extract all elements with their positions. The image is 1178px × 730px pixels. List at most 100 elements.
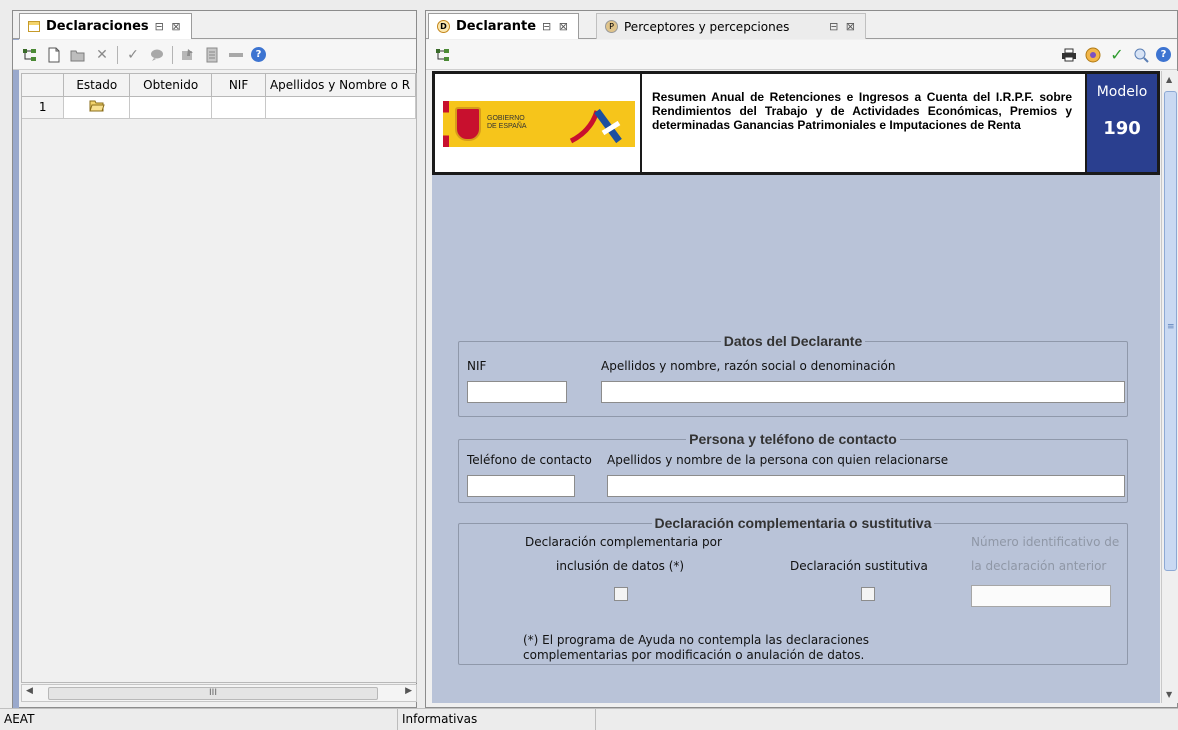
column-header-estado[interactable]: Estado [63,74,131,97]
agencia-tributaria-logo [563,101,635,147]
persona-contacto-input[interactable] [607,475,1125,497]
apellidos-cell[interactable] [265,96,416,119]
logo-cell: GOBIERNO DE ESPAÑA [435,74,642,172]
pane-edge-bar [13,11,19,709]
row-number: 1 [22,96,65,119]
left-toolbar: ✕ ✓ ? [13,40,416,70]
numero-anterior-label-line1: Número identificativo de [971,535,1120,549]
horizontal-scrollbar[interactable]: ◀ III ▶ [21,684,417,702]
form-icon: D [437,20,450,33]
app-window: Declaraciones ⊟ ⊠ ✕ ✓ ? Estado Obtenido … [12,10,1178,709]
datos-declarante-group: Datos del Declarante NIF Apellidos y nom… [458,333,1128,417]
nombre-declarante-label: Apellidos y nombre, razón social o denom… [601,359,896,373]
nif-input[interactable] [467,381,567,403]
right-toolbar: ✓ ? [426,40,1177,70]
toolbar-separator [172,45,173,64]
numero-anterior-label-line2: la declaración anterior [971,559,1107,573]
folder-open-icon [89,100,105,112]
declaraciones-table: Estado Obtenido NIF Apellidos y Nombre o… [21,73,417,683]
left-tabstrip: Declaraciones ⊟ ⊠ [13,11,416,39]
comment-icon[interactable] [148,46,166,64]
coat-of-arms-icon [455,107,481,141]
note-line1: (*) El programa de Ayuda no contempla la… [523,633,870,647]
column-header-apellidos[interactable]: Apellidos y Nombre o R [265,74,416,97]
tree-icon[interactable] [21,46,39,64]
vertical-scrollbar[interactable]: ▲ ≡ ▼ [1161,71,1178,703]
tab-window-controls[interactable]: ⊟ ⊠ [829,20,857,33]
status-bar: AEAT Informativas [0,708,1178,730]
import-icon[interactable] [179,46,197,64]
scroll-down-arrow-icon[interactable]: ▼ [1166,690,1172,699]
persona-contacto-legend: Persona y teléfono de contacto [689,431,897,447]
table-row[interactable]: 1 [22,96,416,119]
table-header-row: Estado Obtenido NIF Apellidos y Nombre o… [22,74,416,97]
row-number-header [22,74,65,97]
validate-icon[interactable]: ✓ [124,46,142,64]
numero-anterior-input[interactable] [971,585,1111,607]
scrollbar-grip-icon: ≡ [1167,322,1175,332]
search-help-icon[interactable] [1132,46,1150,64]
logo-text-line1: GOBIERNO [487,115,525,122]
tab-window-controls[interactable]: ⊟ ⊠ [155,20,183,33]
right-tabstrip: D Declarante ⊟ ⊠ P Perceptores y percepc… [426,11,1177,39]
complementaria-group: Declaración complementaria o sustitutiva… [458,515,1128,665]
form-area: GOBIERNO DE ESPAÑA Resumen Anual de Rete… [432,71,1160,703]
tab-declaraciones[interactable]: Declaraciones ⊟ ⊠ [19,13,192,39]
nombre-declarante-input[interactable] [601,381,1125,403]
tab-window-controls[interactable]: ⊟ ⊠ [542,20,570,33]
complementaria-legend: Declaración complementaria o sustitutiva [654,515,932,531]
modelo-badge: Modelo 190 [1085,74,1157,172]
print-row-icon[interactable] [227,46,245,64]
scrollbar-thumb[interactable]: ≡ [1164,91,1177,571]
form-icon: P [605,20,618,33]
complementaria-checkbox[interactable] [614,587,628,601]
scroll-up-arrow-icon[interactable]: ▲ [1166,75,1172,84]
tree-icon[interactable] [434,46,452,64]
tab-declarante[interactable]: D Declarante ⊟ ⊠ [428,13,579,39]
logo-text-line2: DE ESPAÑA [487,123,527,130]
declaraciones-pane: Declaraciones ⊟ ⊠ ✕ ✓ ? Estado Obtenido … [12,10,417,709]
tab-label: Declaraciones [46,19,149,34]
scrollbar-grip: III [209,688,217,698]
toolbar-separator [117,45,118,64]
status-right [596,709,1178,730]
check-icon[interactable]: ✓ [1108,45,1126,64]
print-icon[interactable] [1060,46,1078,64]
complementaria-label-line2: inclusión de datos (*) [556,559,685,573]
tab-perceptores[interactable]: P Perceptores y percepciones ⊟ ⊠ [596,13,866,39]
help-icon[interactable]: ? [251,47,266,62]
open-folder-icon[interactable] [69,46,87,64]
complementaria-label-line1: Declaración complementaria por [525,535,722,549]
telefono-input[interactable] [467,475,575,497]
column-header-obtenido[interactable]: Obtenido [129,74,213,97]
calculate-icon[interactable] [1084,46,1102,64]
note-line2: complementarias por modificación o anula… [523,648,865,662]
table-icon [28,21,40,32]
tab-label: Declarante [456,19,537,34]
column-header-nif[interactable]: NIF [211,74,266,97]
help-icon[interactable]: ? [1156,47,1171,62]
status-middle: Informativas [398,709,596,730]
sustitutiva-label: Declaración sustitutiva [790,559,928,573]
declarante-pane: D Declarante ⊟ ⊠ P Perceptores y percepc… [425,10,1178,708]
status-left: AEAT [0,709,398,730]
obtenido-cell[interactable] [129,96,213,119]
scrollbar-thumb[interactable]: III [48,687,378,700]
gobierno-logo: GOBIERNO DE ESPAÑA [443,101,563,147]
scroll-right-arrow-icon[interactable]: ▶ [405,686,412,696]
estado-cell[interactable] [63,96,131,119]
modelo-label: Modelo [1096,84,1148,100]
scroll-left-arrow-icon[interactable]: ◀ [26,686,33,696]
form-header: GOBIERNO DE ESPAÑA Resumen Anual de Rete… [432,71,1160,175]
tab-label: Perceptores y percepciones [624,19,790,34]
delete-icon[interactable]: ✕ [93,46,111,64]
complementaria-note: (*) El programa de Ayuda no contempla la… [523,633,869,663]
form-title: Resumen Anual de Retenciones e Ingresos … [652,90,1072,132]
sustitutiva-checkbox[interactable] [861,587,875,601]
telefono-label: Teléfono de contacto [467,453,592,467]
new-document-icon[interactable] [45,46,63,64]
persona-contacto-label: Apellidos y nombre de la persona con qui… [607,453,949,467]
nif-cell[interactable] [211,96,266,119]
spain-flag-stripe [443,101,449,147]
export-icon[interactable] [203,46,221,64]
